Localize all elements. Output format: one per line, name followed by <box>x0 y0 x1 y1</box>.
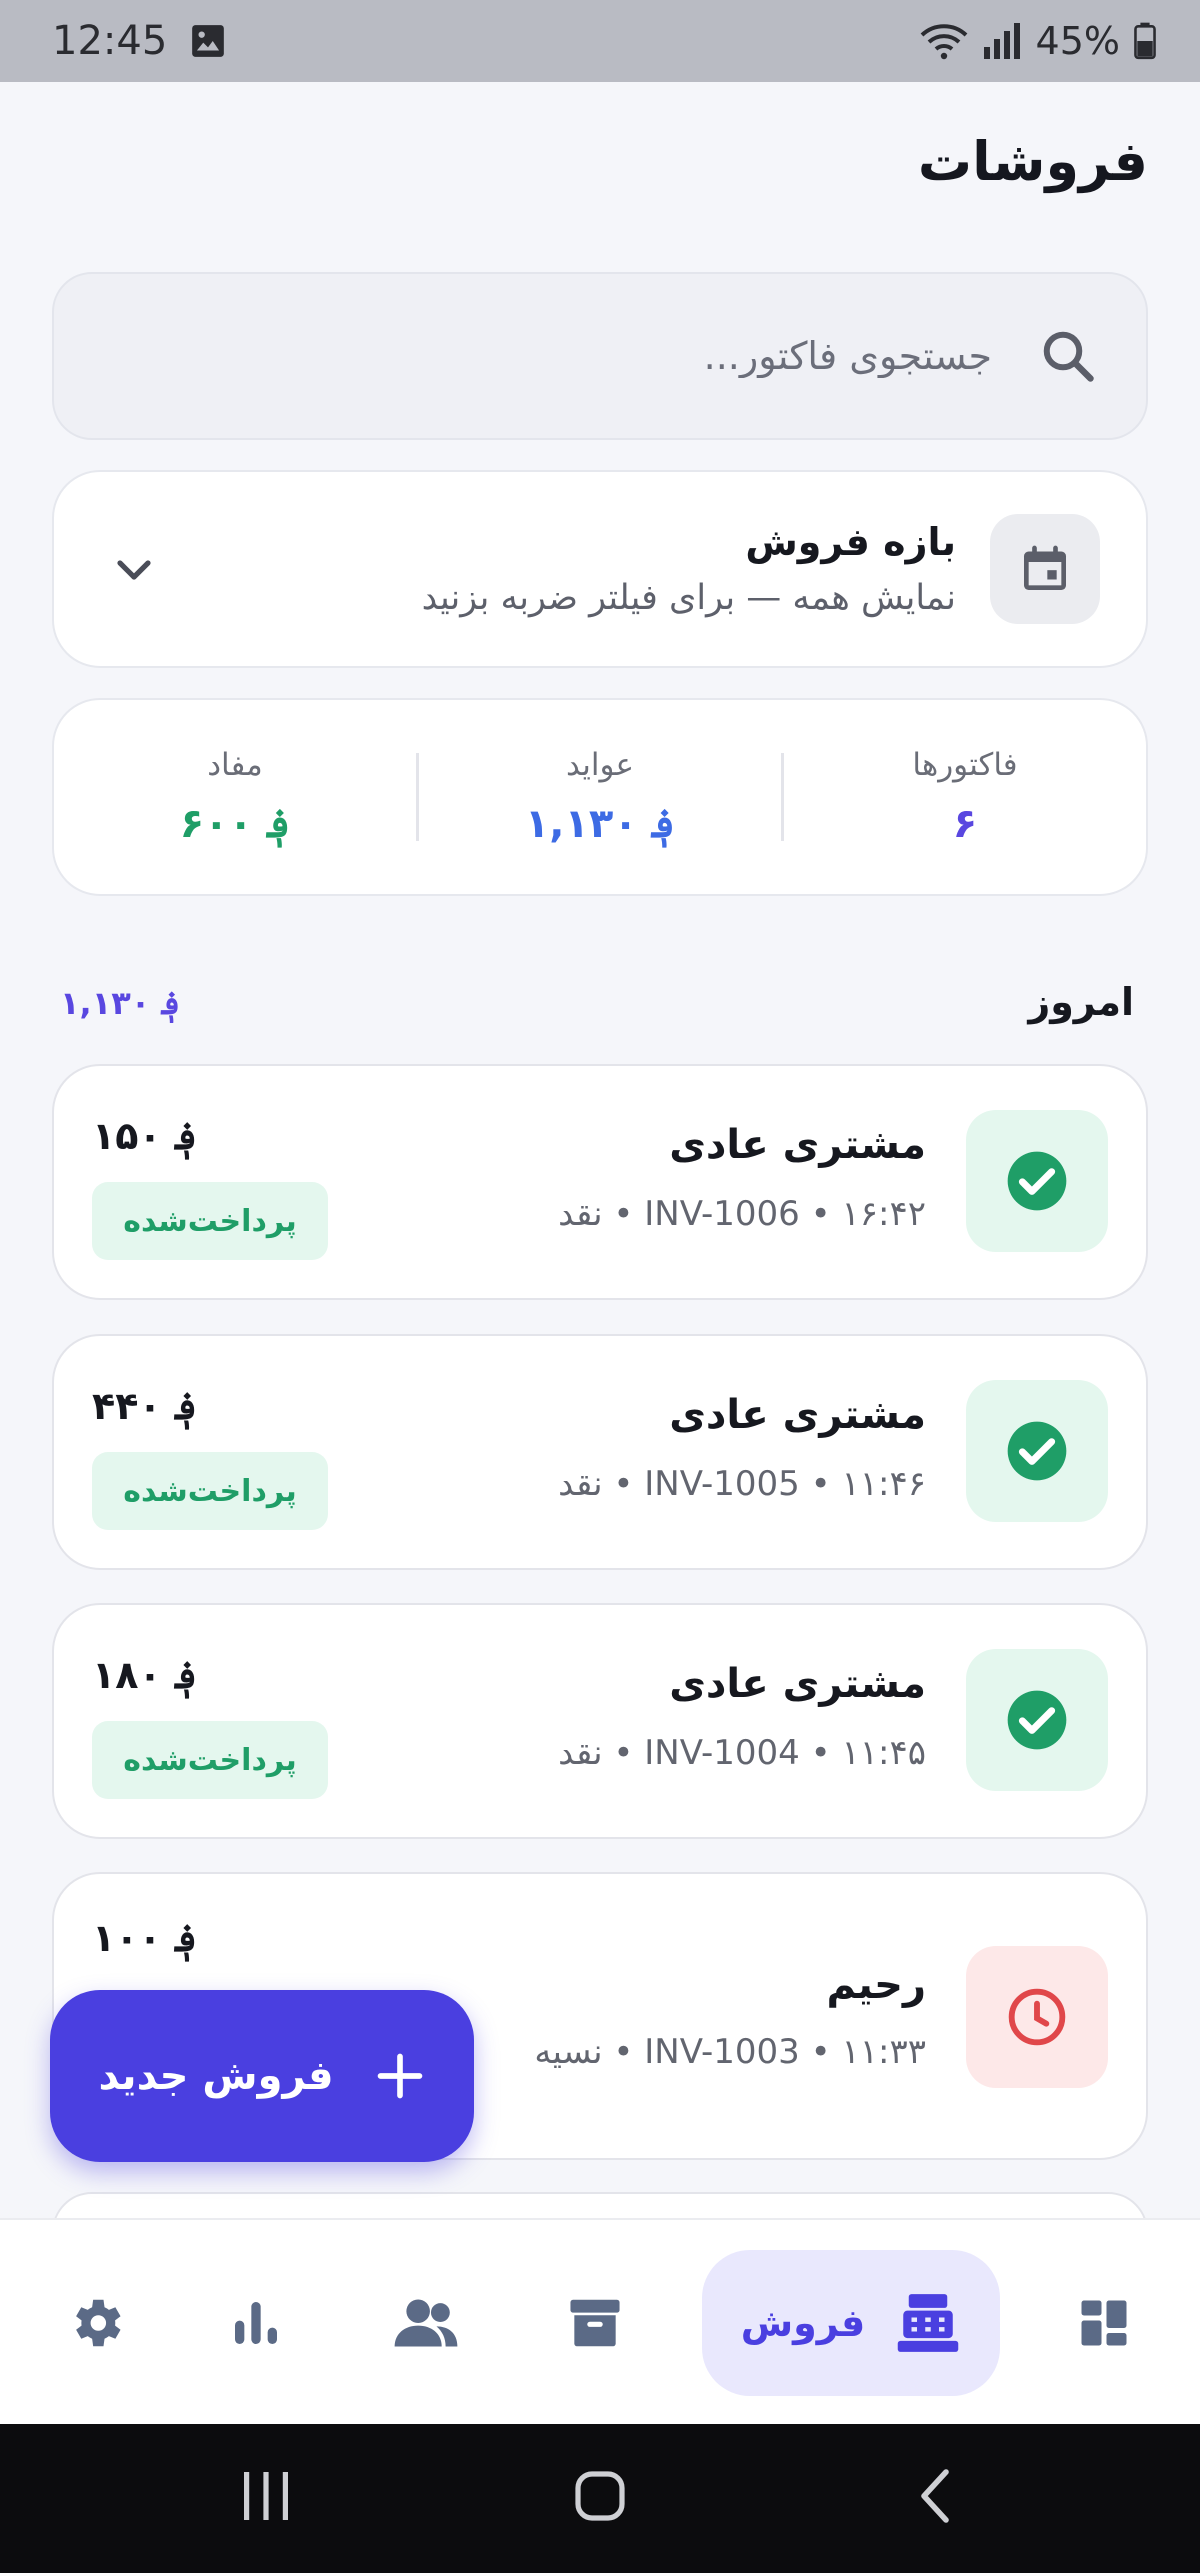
status-icon-box <box>966 1110 1108 1252</box>
status-bar: 12:45 45% <box>0 0 1200 82</box>
invoice-card[interactable]: مشتری عادی ۱۱:۴۵ • INV-1004 • نقد ؋ ۱۸۰ … <box>52 1603 1148 1839</box>
gallery-notification-icon <box>189 22 227 60</box>
check-circle-icon <box>1007 1421 1067 1481</box>
status-icon-box <box>966 1649 1108 1791</box>
plus-icon <box>377 2053 422 2099</box>
nav-archive[interactable] <box>545 2250 645 2396</box>
invoice-meta: ۱۱:۳۳ • INV-1003 • نسیه <box>534 2032 926 2072</box>
back-icon[interactable] <box>910 2464 966 2528</box>
archive-icon <box>570 2299 620 2347</box>
new-sale-button[interactable]: فروش جدید <box>50 1990 474 2162</box>
search-input[interactable] <box>292 334 992 378</box>
divider <box>416 753 419 841</box>
invoice-amount: ؋ ۱۰۰ <box>92 1916 198 1960</box>
divider <box>781 753 784 841</box>
nav-sales[interactable]: فروش <box>702 2250 1000 2396</box>
invoice-amount: ؋ ۱۵۰ <box>92 1114 198 1158</box>
bar-chart-icon <box>235 2302 277 2344</box>
bottom-nav: فروش <box>0 2218 1200 2424</box>
users-icon <box>394 2299 458 2347</box>
invoice-meta: ۱۱:۴۶ • INV-1005 • نقد <box>558 1464 926 1504</box>
summary-profit-label: مفاد <box>207 747 263 783</box>
summary-invoices-value: ۶ <box>952 801 978 847</box>
check-circle-icon <box>1007 1690 1067 1750</box>
dashboard-icon <box>1081 2300 1127 2346</box>
summary-profit: مفاد ؋ ۶۰۰ <box>54 747 416 847</box>
page-title: فروشات <box>917 130 1148 193</box>
home-icon[interactable] <box>572 2464 628 2528</box>
search-box[interactable] <box>52 272 1148 440</box>
battery-icon <box>1134 22 1156 60</box>
wifi-icon <box>920 21 968 61</box>
status-icon-box <box>966 1380 1108 1522</box>
cash-register-icon <box>898 2294 959 2352</box>
invoice-customer: مشتری عادی <box>669 1661 926 1707</box>
invoice-amount: ؋ ۴۴۰ <box>92 1384 198 1428</box>
new-sale-label: فروش جدید <box>98 2053 334 2099</box>
settings-icon <box>76 2299 121 2347</box>
invoice-meta: ۱۱:۴۵ • INV-1004 • نقد <box>558 1733 926 1773</box>
section-total: ؋ ۱,۱۳۰ <box>60 984 181 1022</box>
section-title-today: امروز <box>1028 980 1134 1024</box>
nav-reports[interactable] <box>206 2250 306 2396</box>
invoice-card[interactable]: مشتری عادی ۱۶:۴۲ • INV-1006 • نقد ؋ ۱۵۰ … <box>52 1064 1148 1300</box>
recent-apps-icon[interactable] <box>238 2464 294 2528</box>
status-badge: پرداخت‌شده <box>92 1452 328 1530</box>
invoice-meta: ۱۶:۴۲ • INV-1006 • نقد <box>558 1194 926 1234</box>
summary-card: فاکتورها ۶ عواید ؋ ۱,۱۳۰ مفاد ؋ ۶۰۰ <box>52 698 1148 896</box>
range-title: بازه فروش <box>745 520 956 564</box>
summary-invoices: فاکتورها ۶ <box>784 747 1146 847</box>
invoice-customer: مشتری عادی <box>669 1122 926 1168</box>
status-badge: پرداخت‌شده <box>92 1182 328 1260</box>
summary-revenue: عواید ؋ ۱,۱۳۰ <box>419 747 781 847</box>
calendar-icon <box>1024 545 1066 590</box>
invoice-customer: مشتری عادی <box>669 1392 926 1438</box>
invoice-customer: رحیم <box>826 1962 926 2008</box>
summary-revenue-value: ؋ ۱,۱۳۰ <box>524 801 676 847</box>
calendar-icon-box <box>990 514 1100 624</box>
sales-range-filter[interactable]: بازه فروش نمایش همه — برای فیلتر ضربه بز… <box>52 470 1148 668</box>
invoice-amount: ؋ ۱۸۰ <box>92 1653 198 1697</box>
signal-icon <box>982 23 1022 59</box>
invoice-card[interactable]: مشتری عادی ۱۱:۴۶ • INV-1005 • نقد ؋ ۴۴۰ … <box>52 1334 1148 1570</box>
nav-customers[interactable] <box>376 2250 476 2396</box>
range-subtitle: نمایش همه — برای فیلتر ضربه بزنید <box>421 578 956 618</box>
summary-revenue-label: عواید <box>565 747 635 783</box>
battery-percent: 45% <box>1035 19 1120 63</box>
nav-dashboard[interactable] <box>1054 2250 1154 2396</box>
check-circle-icon <box>1007 1151 1067 1211</box>
system-nav-bar <box>0 2424 1200 2573</box>
clock-icon <box>1008 1988 1066 2046</box>
status-time: 12:45 <box>52 18 168 64</box>
chevron-down-icon[interactable] <box>110 545 158 593</box>
nav-sales-label: فروش <box>740 2301 866 2345</box>
summary-invoices-label: فاکتورها <box>912 747 1018 783</box>
nav-settings[interactable] <box>46 2250 146 2396</box>
summary-profit-value: ؋ ۶۰۰ <box>179 801 291 847</box>
status-icon-box <box>966 1946 1108 2088</box>
search-icon[interactable] <box>1038 326 1098 386</box>
status-badge: پرداخت‌شده <box>92 1721 328 1799</box>
